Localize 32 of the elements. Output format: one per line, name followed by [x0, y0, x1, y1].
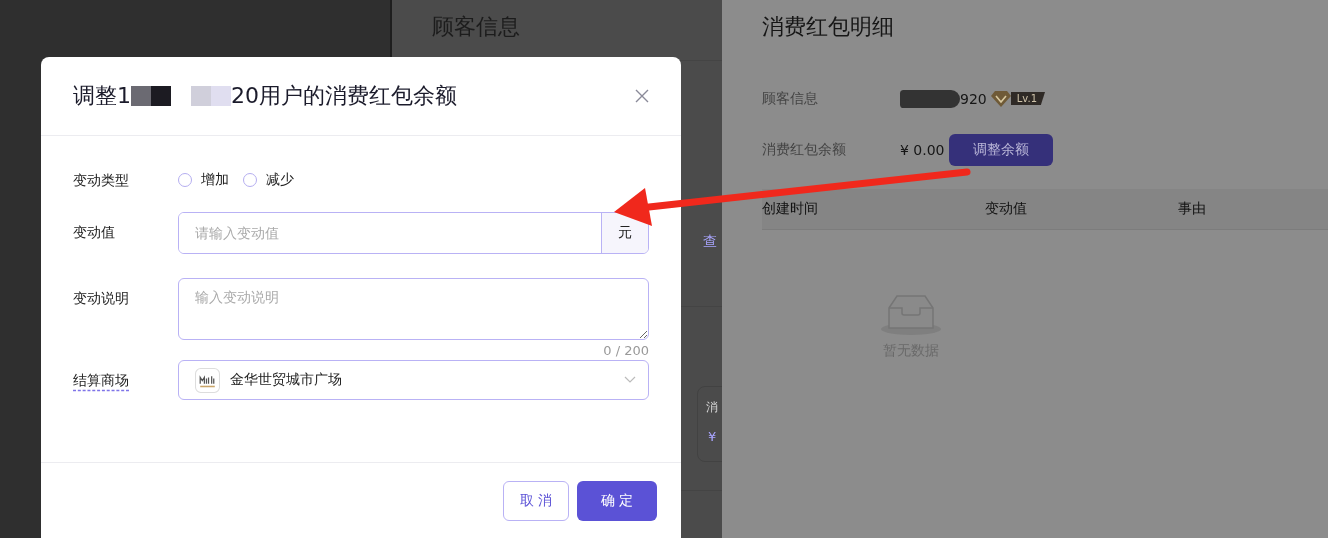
- radio-option[interactable]: 增加: [178, 171, 229, 189]
- customer-label: 顾客信息: [762, 89, 819, 108]
- caret-icon: [624, 376, 636, 384]
- redaction-mark: [900, 89, 960, 108]
- mall-select[interactable]: 金华世贸城市广场: [178, 360, 649, 400]
- description-textarea[interactable]: 输入变动说明: [178, 278, 649, 340]
- customer-value: 920: [960, 90, 987, 107]
- column-header: 创建时间: [762, 200, 819, 218]
- adjust-balance-button[interactable]: 调整余额: [949, 133, 1053, 166]
- level-badge: Lv.1: [1010, 92, 1045, 105]
- character-counter: 0 / 200: [603, 343, 649, 358]
- panel-title: 消费红包明细: [762, 13, 895, 41]
- field-label: 变动值: [73, 223, 116, 242]
- radio-option[interactable]: 减少: [243, 171, 294, 189]
- amount-field[interactable]: 请输入变动值 元: [178, 212, 649, 254]
- balance-value: ¥ 0.00: [900, 141, 946, 158]
- diamond-icon: [990, 89, 1011, 108]
- field-label: 结算商场: [73, 371, 130, 390]
- view-link[interactable]: 查: [703, 233, 717, 251]
- dialog-title: 20用户的消费红包余额: [231, 82, 457, 110]
- field-label: 变动类型: [73, 171, 130, 190]
- confirm-button[interactable]: 确 定: [577, 481, 657, 521]
- balance-label: 消费红包余额: [762, 140, 847, 159]
- column-header: 变动值: [985, 200, 1028, 218]
- column-header: 事由: [1178, 200, 1207, 218]
- close-icon[interactable]: [635, 89, 649, 103]
- field-label: 变动说明: [73, 289, 130, 308]
- mall-logo-icon: [195, 367, 220, 393]
- card-label: 消: [706, 399, 718, 416]
- card-value: ¥: [708, 429, 717, 444]
- dialog-title: 调整1: [73, 82, 131, 110]
- cancel-button[interactable]: 取 消: [503, 481, 569, 521]
